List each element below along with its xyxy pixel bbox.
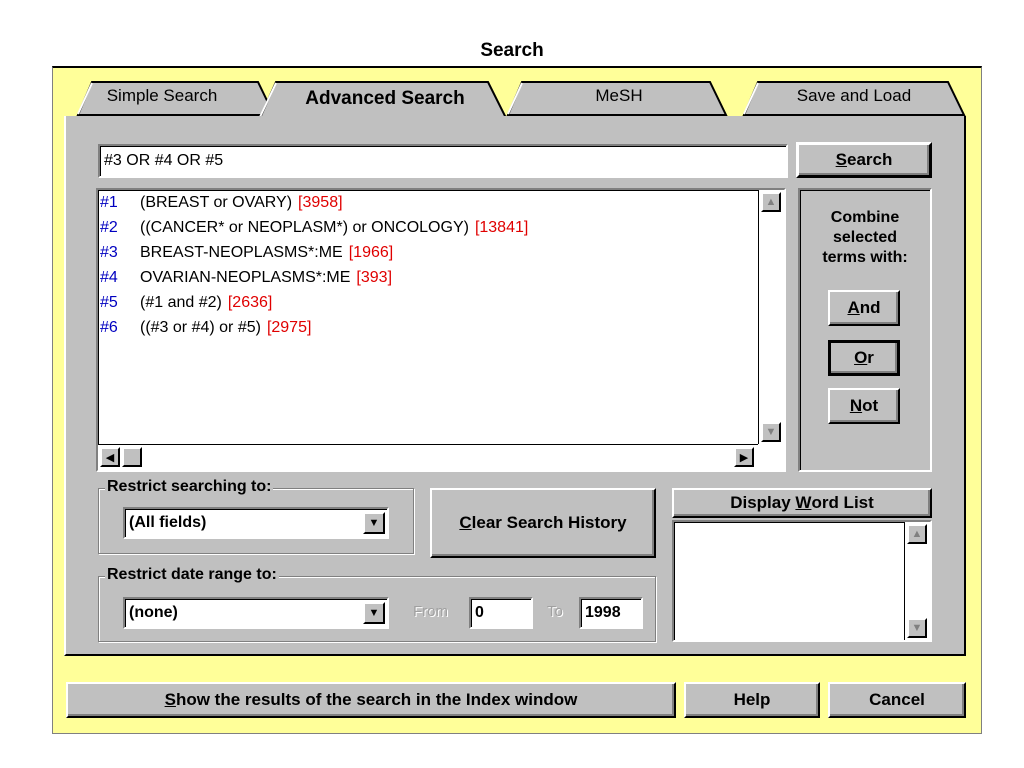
to-year-input[interactable]: 1998 bbox=[579, 597, 643, 629]
not-button-rest: ot bbox=[862, 396, 879, 415]
and-button-accel: A bbox=[847, 298, 860, 317]
tab-advanced-search[interactable]: Advanced Search bbox=[254, 80, 524, 118]
help-button[interactable]: Help bbox=[684, 682, 820, 718]
restrict-date-label: Restrict date range to: bbox=[105, 566, 279, 584]
tab-advanced-search-label: Advanced Search bbox=[305, 88, 465, 109]
show-results-button[interactable]: Show the results of the search in the In… bbox=[66, 682, 676, 718]
history-row-count: [2975] bbox=[266, 319, 312, 336]
from-year-value: 0 bbox=[475, 604, 484, 621]
history-row-number: #3 bbox=[100, 244, 118, 261]
restrict-fields-select[interactable]: (All fields) ▼ bbox=[123, 507, 389, 539]
dropdown-arrow-icon[interactable]: ▼ bbox=[363, 512, 385, 534]
history-row-number: #6 bbox=[100, 319, 118, 336]
restrict-date-group: Restrict date range to: (none) ▼ From 0 … bbox=[98, 566, 656, 642]
scroll-down-icon[interactable]: ▼ bbox=[761, 422, 781, 442]
history-row-text: (#1 and #2) bbox=[140, 294, 222, 311]
search-button[interactable]: Search bbox=[796, 142, 932, 178]
restrict-date-select[interactable]: (none) ▼ bbox=[123, 597, 389, 629]
not-button[interactable]: Not bbox=[828, 388, 900, 424]
query-input[interactable]: #3 OR #4 OR #5 bbox=[98, 144, 788, 178]
scroll-thumb[interactable] bbox=[122, 447, 142, 467]
from-year-input[interactable]: 0 bbox=[469, 597, 533, 629]
display-word-list-button[interactable]: Display Word List bbox=[672, 488, 932, 518]
restrict-fields-group: Restrict searching to: (All fields) ▼ bbox=[98, 478, 414, 554]
scroll-down-icon[interactable]: ▼ bbox=[907, 618, 927, 638]
search-button-rest: earch bbox=[846, 150, 893, 169]
dropdown-arrow-icon[interactable]: ▼ bbox=[363, 602, 385, 624]
history-row-query: ((CANCER* or NEOPLASM*) or ONCOLOGY) [138… bbox=[140, 219, 528, 237]
scroll-right-icon[interactable]: ▶ bbox=[734, 447, 754, 467]
history-row-text: BREAST-NEOPLASMS*:ME bbox=[140, 244, 343, 261]
restrict-fields-value: (All fields) bbox=[129, 514, 207, 531]
history-horizontal-scrollbar[interactable]: ◀ ▶ bbox=[98, 444, 758, 470]
combine-label: Combine selected terms with: bbox=[822, 209, 908, 266]
to-label: To bbox=[547, 603, 563, 620]
not-button-accel: N bbox=[849, 396, 863, 415]
tab-mesh[interactable]: MeSH bbox=[494, 80, 744, 116]
word-list-scrollbar[interactable]: ▲ ▼ bbox=[904, 522, 930, 640]
tab-strip: Simple Search MeSH Save and Load Advance… bbox=[64, 80, 966, 118]
history-row-text: ((CANCER* or NEOPLASM*) or ONCOLOGY) bbox=[140, 219, 469, 236]
history-row-number: #1 bbox=[100, 194, 118, 211]
to-year-value: 1998 bbox=[585, 604, 621, 621]
history-row-query: OVARIAN-NEOPLASMS*:ME [393] bbox=[140, 269, 392, 287]
or-button[interactable]: Or bbox=[828, 340, 900, 376]
restrict-date-value: (none) bbox=[129, 604, 178, 621]
or-button-rest: r bbox=[867, 348, 874, 367]
history-row-query: (BREAST or OVARY) [3958] bbox=[140, 194, 343, 212]
history-row-count: [3958] bbox=[298, 194, 343, 211]
history-row-number: #5 bbox=[100, 294, 118, 311]
history-row-count: [393] bbox=[356, 269, 393, 286]
clear-history-rest: lear Search History bbox=[471, 513, 627, 532]
show-results-rest: how the results of the search in the Ind… bbox=[175, 690, 578, 709]
display-word-list-pre: Display bbox=[730, 493, 796, 512]
window-title: Search bbox=[480, 40, 544, 61]
tab-mesh-label: MeSH bbox=[595, 86, 643, 105]
clear-history-accel: C bbox=[459, 513, 472, 532]
history-row-text: (BREAST or OVARY) bbox=[140, 194, 293, 211]
combine-panel: Combine selected terms with: And Or Not bbox=[798, 188, 932, 472]
from-label: From bbox=[413, 603, 448, 620]
tab-save-and-load[interactable]: Save and Load bbox=[730, 80, 966, 116]
and-button-rest: nd bbox=[859, 298, 881, 317]
clear-search-history-button[interactable]: Clear Search History bbox=[430, 488, 656, 558]
cancel-button[interactable]: Cancel bbox=[828, 682, 966, 718]
scroll-up-icon[interactable]: ▲ bbox=[907, 524, 927, 544]
history-row-count: [13841] bbox=[474, 219, 529, 236]
history-row-query: BREAST-NEOPLASMS*:ME [1966] bbox=[140, 244, 393, 262]
tab-save-and-load-label: Save and Load bbox=[796, 86, 912, 105]
history-row-query: (#1 and #2) [2636] bbox=[140, 294, 272, 312]
word-list[interactable]: ▲ ▼ bbox=[672, 520, 932, 642]
history-vertical-scrollbar[interactable]: ▲ ▼ bbox=[758, 190, 784, 444]
restrict-fields-label: Restrict searching to: bbox=[105, 478, 274, 496]
history-row-count: [2636] bbox=[227, 294, 273, 311]
history-row-number: #4 bbox=[100, 269, 118, 286]
history-row-count: [1966] bbox=[348, 244, 394, 261]
display-word-list-accel: W bbox=[795, 493, 812, 512]
show-results-accel: S bbox=[164, 690, 176, 709]
history-row-text: ((#3 or #4) or #5) bbox=[140, 319, 261, 336]
history-rows: #1 (BREAST or OVARY) [3958] #2 ((CANCER* … bbox=[98, 192, 758, 442]
history-row-number: #2 bbox=[100, 219, 118, 236]
search-history-list[interactable]: #1 (BREAST or OVARY) [3958] #2 ((CANCER* … bbox=[96, 188, 786, 472]
display-word-list-rest: ord List bbox=[811, 493, 874, 512]
history-row-text: OVARIAN-NEOPLASMS*:ME bbox=[140, 269, 351, 286]
search-button-accel: S bbox=[835, 150, 847, 169]
history-row-query: ((#3 or #4) or #5) [2975] bbox=[140, 319, 311, 337]
and-button[interactable]: And bbox=[828, 290, 900, 326]
scroll-up-icon[interactable]: ▲ bbox=[761, 192, 781, 212]
or-button-accel: O bbox=[854, 348, 868, 367]
scroll-left-icon[interactable]: ◀ bbox=[100, 447, 120, 467]
tab-simple-search-label: Simple Search bbox=[106, 86, 218, 105]
